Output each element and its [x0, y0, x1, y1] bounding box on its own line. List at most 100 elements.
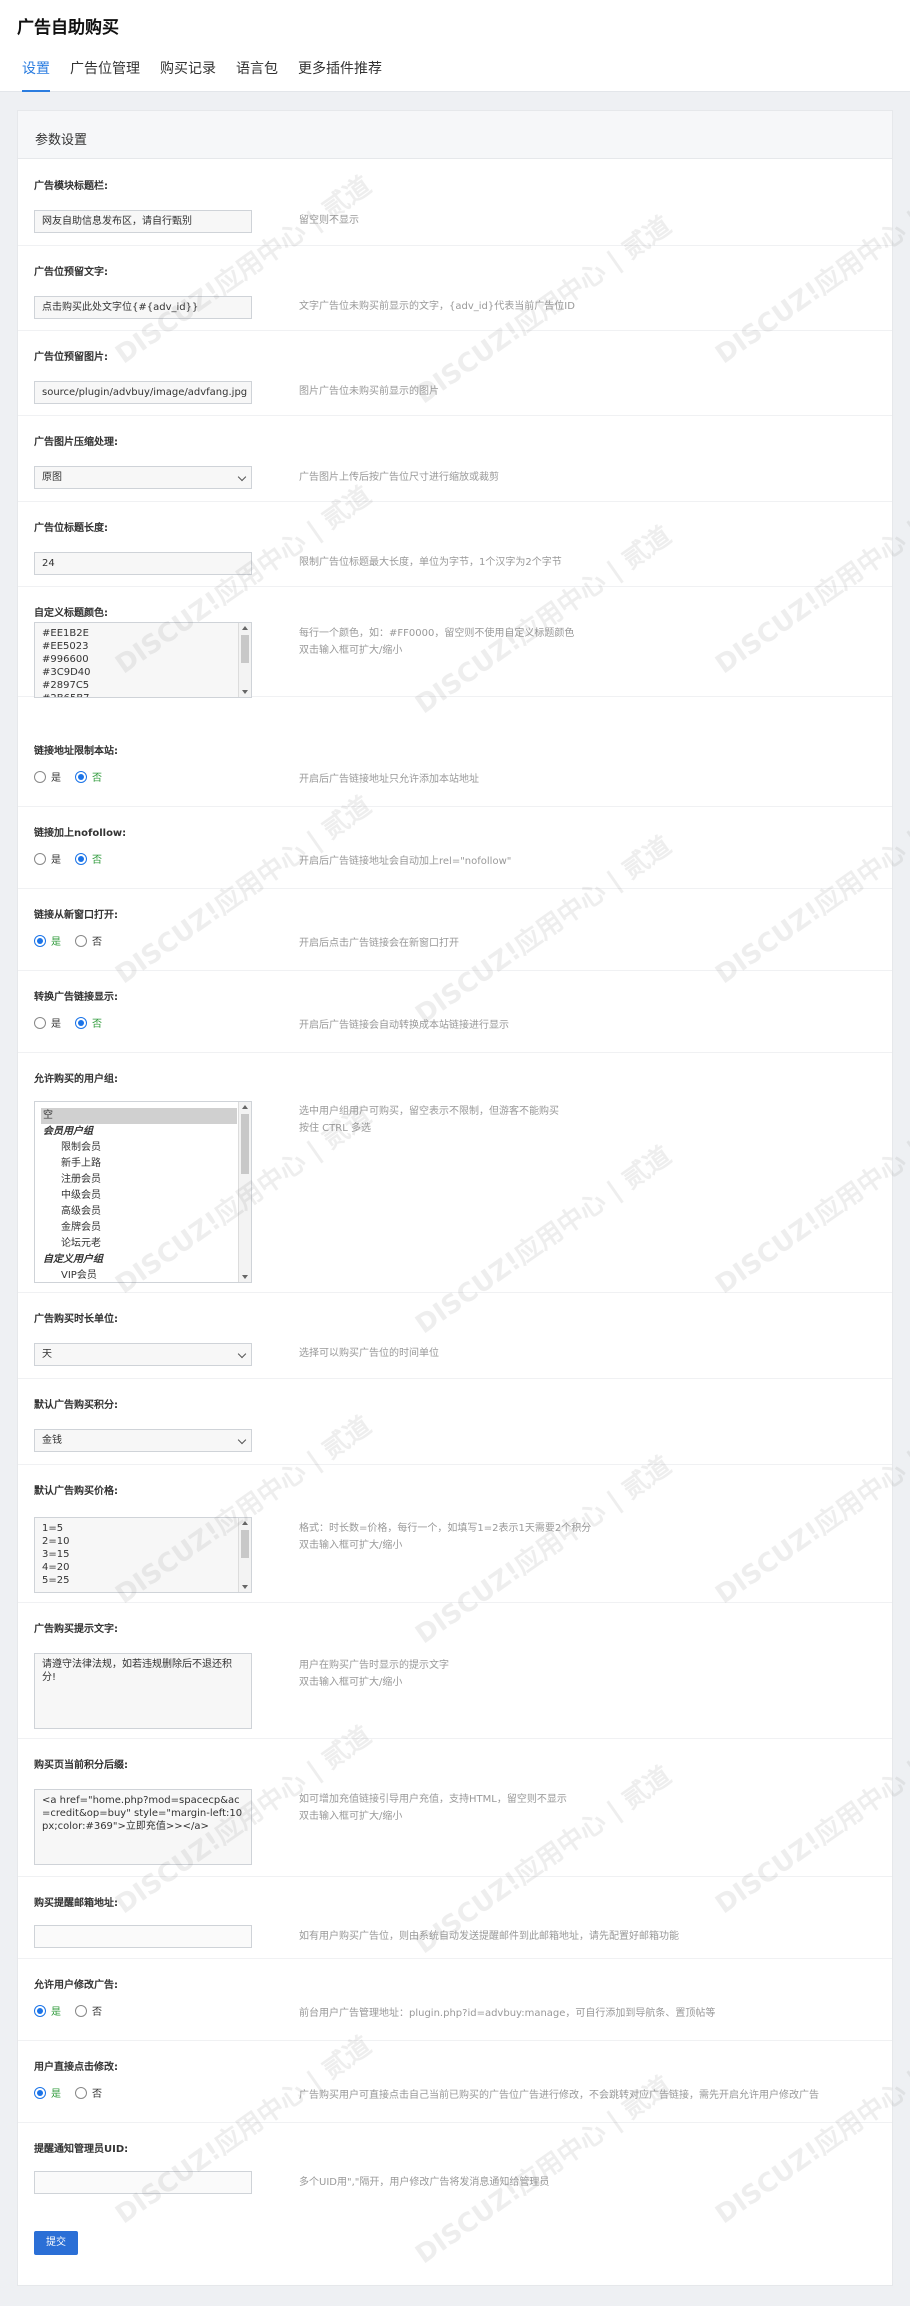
radio-checked-icon — [34, 934, 46, 947]
link-convert-yes[interactable]: 是 — [34, 1015, 61, 1030]
buy-tip-hint: 用户在购买广告时显示的提示文字 双击输入框可扩大/缩小 — [299, 1657, 859, 1691]
list-item[interactable]: 中级会员 — [41, 1188, 237, 1204]
user-groups-multiselect[interactable]: 空 会员用户组 限制会员 新手上路 注册会员 中级会员 高级会员 金牌会员 论坛… — [34, 1101, 252, 1283]
color-line: #2B65B7 — [42, 692, 235, 697]
chevron-down-icon — [237, 472, 247, 482]
after-credit-textarea[interactable]: <a href="home.php?mod=spacecp&ac=credit&… — [34, 1789, 252, 1865]
link-convert-radio-group: 是 否 — [34, 1015, 116, 1030]
title-colors-textarea[interactable]: #EE1B2E #EE5023 #996600 #3C9D40 #2897C5 … — [34, 622, 252, 698]
list-item[interactable]: 金牌会员 — [41, 1220, 237, 1236]
link-local-hint: 开启后广告链接地址只允许添加本站地址 — [299, 774, 479, 785]
time-unit-select[interactable]: 天 — [34, 1343, 252, 1366]
list-item[interactable]: VIP会员 — [41, 1268, 237, 1282]
link-newwin-no[interactable]: 否 — [75, 933, 102, 948]
row-reserved-image: 广告位预留图片: source/plugin/advbuy/image/advf… — [18, 331, 892, 416]
link-nofollow-yes[interactable]: 是 — [34, 851, 61, 866]
reserved-text-label: 广告位预留文字: — [34, 267, 108, 278]
submit-button[interactable]: 提交 — [34, 2231, 78, 2255]
module-title-input[interactable]: 网友自助信息发布区，请自行甄别 — [34, 210, 252, 233]
direct-click-label: 用户直接点击修改: — [34, 2062, 118, 2073]
link-local-no[interactable]: 否 — [75, 769, 102, 784]
color-line: #2897C5 — [42, 680, 90, 691]
reserved-image-input[interactable]: source/plugin/advbuy/image/advfang.jpg — [34, 381, 252, 404]
tab-purchase-records[interactable]: 购买记录 — [160, 60, 216, 92]
link-local-yes[interactable]: 是 — [34, 769, 61, 784]
allow-modify-no[interactable]: 否 — [75, 2003, 102, 2018]
image-compress-value: 原图 — [42, 472, 62, 483]
radio-label: 是 — [51, 773, 61, 784]
color-line: #3C9D40 — [42, 667, 91, 678]
link-newwin-radio-group: 是 否 — [34, 933, 116, 948]
link-nofollow-label: 链接加上nofollow: — [34, 828, 127, 839]
buy-tip-hint-1: 用户在购买广告时显示的提示文字 — [299, 1660, 449, 1671]
credit-type-label: 默认广告购买积分: — [34, 1400, 118, 1411]
user-groups-hint: 选中用户组用户可购买，留空表示不限制，但游客不能购买 按住 CTRL 多选 — [299, 1103, 859, 1137]
row-link-nofollow: 链接加上nofollow: 是 否 开启后广告链接地址会自动加上rel="nof… — [18, 807, 892, 889]
row-link-newwin: 链接从新窗口打开: 是 否 开启后点击广告链接会在新窗口打开 — [18, 889, 892, 971]
color-line: #EE5023 — [42, 641, 89, 652]
prices-hint: 格式：时长数=价格，每行一个，如填写1=2表示1天需要2个积分 双击输入框可扩大… — [299, 1520, 859, 1554]
list-item[interactable]: 高级会员 — [41, 1204, 237, 1220]
link-convert-no[interactable]: 否 — [75, 1015, 102, 1030]
radio-label: 是 — [51, 855, 61, 866]
list-item[interactable]: 空 — [41, 1108, 237, 1124]
radio-label: 是 — [51, 2007, 61, 2018]
allow-modify-yes[interactable]: 是 — [34, 2003, 61, 2018]
textarea-scrollbar[interactable] — [238, 623, 251, 697]
image-compress-select[interactable]: 原图 — [34, 466, 252, 489]
direct-click-yes[interactable]: 是 — [34, 2085, 61, 2100]
radio-label: 是 — [51, 937, 61, 948]
title-length-label: 广告位标题长度: — [34, 523, 108, 534]
allow-modify-hint: 前台用户广告管理地址：plugin.php?id=advbuy:manage，可… — [299, 2008, 716, 2019]
module-title-label: 广告模块标题栏: — [34, 181, 108, 192]
direct-click-hint: 广告购买用户可直接点击自己当前已购买的广告位广告进行修改，不会跳转对应广告链接，… — [299, 2090, 819, 2101]
list-item[interactable]: 注册会员 — [41, 1172, 237, 1188]
title-colors-label: 自定义标题颜色: — [34, 608, 108, 619]
radio-icon — [75, 2004, 87, 2017]
color-line: #996600 — [42, 654, 89, 665]
link-convert-hint: 开启后广告链接会自动转换成本站链接进行显示 — [299, 1020, 509, 1031]
row-after-credit: 购买页当前积分后缀: <a href="home.php?mod=spacecp… — [18, 1739, 892, 1877]
tab-settings[interactable]: 设置 — [22, 60, 50, 92]
notify-email-hint: 如有用户购买广告位，则由系统自动发送提醒邮件到此邮箱地址，请先配置好邮箱功能 — [299, 1931, 679, 1942]
notify-uid-input[interactable] — [34, 2171, 252, 2194]
reserved-text-input[interactable]: 点击购买此处文字位{#{adv_id}} — [34, 296, 252, 319]
title-colors-hint-2: 双击输入框可扩大/缩小 — [299, 645, 403, 656]
link-nofollow-no[interactable]: 否 — [75, 851, 102, 866]
list-item[interactable]: 新手上路 — [41, 1156, 237, 1172]
prices-textarea[interactable]: 1=5 2=10 3=15 4=20 5=25 — [34, 1517, 252, 1593]
link-nofollow-hint: 开启后广告链接地址会自动加上rel="nofollow" — [299, 856, 512, 867]
image-compress-label: 广告图片压缩处理: — [34, 437, 118, 448]
list-item[interactable]: 限制会员 — [41, 1140, 237, 1156]
notify-uid-label: 提醒通知管理员UID: — [34, 2144, 129, 2155]
tab-ad-slots[interactable]: 广告位管理 — [70, 60, 140, 92]
allow-modify-label: 允许用户修改广告: — [34, 1980, 118, 1991]
list-scrollbar[interactable] — [238, 1102, 251, 1282]
link-newwin-yes[interactable]: 是 — [34, 933, 61, 948]
credit-type-select[interactable]: 金钱 — [34, 1429, 252, 1452]
textarea-scrollbar[interactable] — [238, 1518, 251, 1592]
radio-checked-icon — [34, 2086, 46, 2099]
link-newwin-label: 链接从新窗口打开: — [34, 910, 118, 921]
row-credit-type: 默认广告购买积分: 金钱 — [18, 1379, 892, 1465]
color-line: #EE1B2E — [42, 628, 89, 639]
radio-label: 是 — [51, 2089, 61, 2100]
title-length-input[interactable]: 24 — [34, 552, 252, 575]
image-compress-hint: 广告图片上传后按广告位尺寸进行缩放或裁剪 — [299, 472, 499, 483]
price-line: 5=25 — [42, 1575, 70, 1586]
tab-bar: 设置 广告位管理 购买记录 语言包 更多插件推荐 — [22, 60, 402, 92]
row-user-groups: 允许购买的用户组: 空 会员用户组 限制会员 新手上路 注册会员 中级会员 高级… — [18, 1053, 892, 1293]
row-title-length: 广告位标题长度: 24 限制广告位标题最大长度，单位为字节，1个汉字为2个字节 — [18, 502, 892, 587]
after-credit-hint-2: 双击输入框可扩大/缩小 — [299, 1811, 403, 1822]
direct-click-no[interactable]: 否 — [75, 2085, 102, 2100]
tab-language-pack[interactable]: 语言包 — [236, 60, 278, 92]
notify-email-input[interactable] — [34, 1925, 252, 1948]
radio-icon — [34, 852, 46, 865]
user-groups-hint-1: 选中用户组用户可购买，留空表示不限制，但游客不能购买 — [299, 1106, 559, 1117]
buy-tip-textarea[interactable]: 请遵守法律法规，如若违规删除后不退还积分! — [34, 1653, 252, 1729]
tab-more-plugins[interactable]: 更多插件推荐 — [298, 60, 382, 92]
time-unit-label: 广告购买时长单位: — [34, 1314, 118, 1325]
list-item[interactable]: 论坛元老 — [41, 1236, 237, 1252]
chevron-down-icon — [237, 1349, 247, 1359]
radio-checked-icon — [75, 770, 87, 783]
